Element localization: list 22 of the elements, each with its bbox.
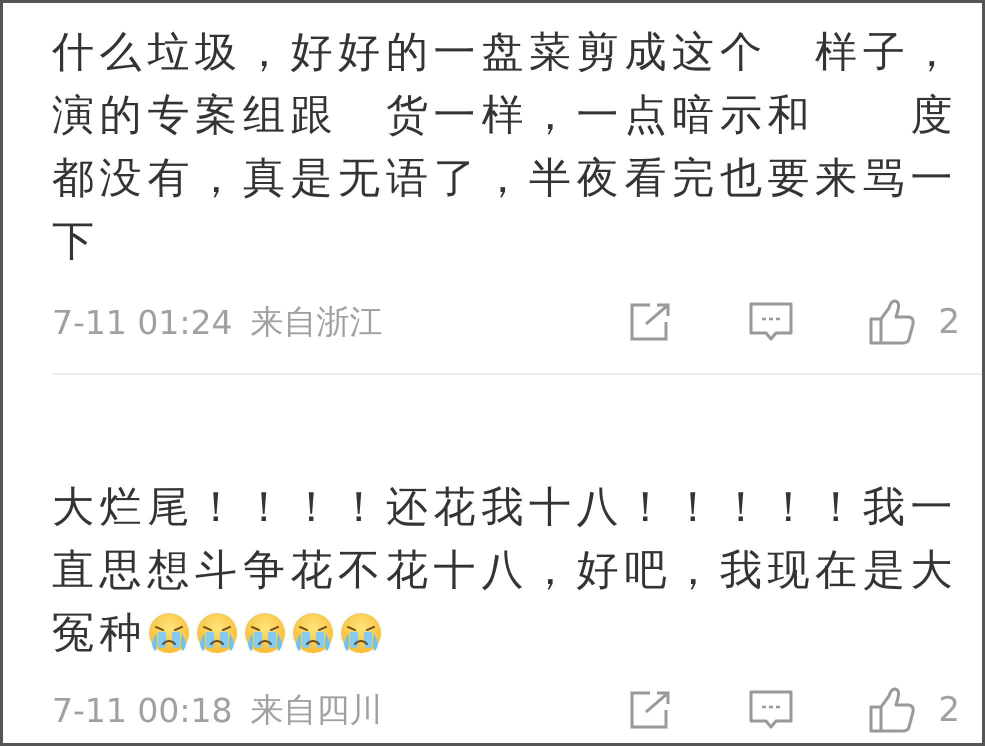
comment-icon[interactable]	[748, 689, 794, 731]
comment-text: 演的专案组跟 货一样，一点暗示和 度	[52, 89, 958, 141]
crying-emoji-icon	[339, 610, 384, 654]
comment-time: 7-11 01:24	[52, 302, 232, 342]
comment-text: 冤种	[52, 607, 148, 659]
thumbs-up-icon[interactable]	[868, 686, 916, 734]
comment-location: 来自四川	[250, 688, 382, 730]
crying-emoji-icon	[147, 610, 192, 654]
comment-text: 下	[52, 215, 100, 267]
like-count: 2	[938, 302, 960, 342]
comment-text: 大烂尾！！！！还花我十八！！！！！我一	[52, 481, 958, 533]
comment-icon[interactable]	[748, 301, 794, 343]
comment-text: 都没有，真是无语了，半夜看完也要来骂一	[52, 152, 958, 204]
like-count: 2	[938, 690, 960, 730]
crying-emoji-icon	[291, 610, 336, 654]
comment-text: 什么垃圾，好好的一盘菜剪成这个 样子，	[52, 26, 958, 78]
crying-emoji-icon	[195, 610, 240, 654]
crying-emoji-icon	[243, 610, 288, 654]
thumbs-up-icon[interactable]	[868, 298, 916, 346]
comment-time: 7-11 00:18	[52, 690, 232, 730]
comment-text: 直思想斗争花不花十八，好吧，我现在是大	[52, 544, 958, 596]
comment-location: 来自浙江	[250, 300, 382, 342]
